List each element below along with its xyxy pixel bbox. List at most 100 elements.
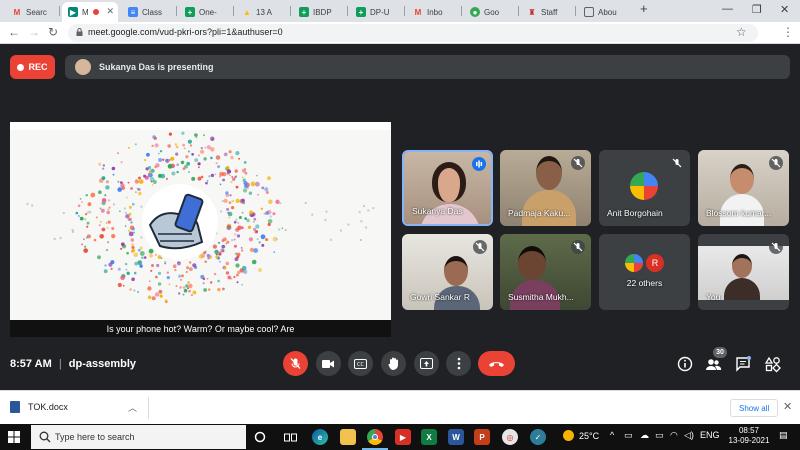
leave-call-button[interactable]	[478, 351, 515, 376]
file-explorer-icon[interactable]	[340, 429, 356, 445]
decorative-dot	[143, 174, 147, 178]
tab-about[interactable]: Abou	[578, 2, 630, 22]
participant-name: Gowri Sankar R	[410, 292, 470, 302]
downloads-bar: TOK.docx ︿ Show all ✕	[0, 390, 800, 424]
back-icon[interactable]: ←	[8, 25, 20, 39]
decorative-dot	[105, 180, 109, 184]
close-icon[interactable]: ✕	[783, 400, 792, 413]
decorative-dot	[235, 198, 240, 203]
restore-icon[interactable]: ❐	[752, 3, 762, 16]
bookmark-star-icon[interactable]: ☆	[736, 25, 747, 39]
close-tab-icon[interactable]: ✕	[106, 6, 114, 17]
decorative-dot	[197, 176, 202, 181]
chrome-icon[interactable]	[367, 429, 383, 445]
decorative-dot	[250, 181, 256, 187]
decorative-dot	[102, 167, 105, 170]
participant-tile[interactable]: Padmaja Kaku...	[500, 150, 591, 226]
address-bar[interactable]: meet.google.com/vud-pkri-ors?pli=1&authu…	[68, 24, 758, 42]
decorative-dot	[189, 261, 192, 264]
people-icon[interactable]	[704, 355, 722, 373]
tab-dp-u[interactable]: + DP-U	[350, 2, 402, 22]
decorative-dot	[179, 286, 182, 289]
recorder-app-icon[interactable]: ▶	[395, 429, 411, 445]
chevron-up-icon[interactable]: ^	[610, 430, 614, 440]
reload-icon[interactable]: ↻	[48, 25, 58, 39]
camera-toggle-button[interactable]	[316, 351, 341, 376]
participant-tile[interactable]: Anit Borgohain	[599, 150, 690, 226]
others-tile[interactable]: R 22 others	[599, 234, 690, 310]
cortana-icon[interactable]	[252, 429, 268, 445]
tab-drive[interactable]: ▲ 13 A	[236, 2, 288, 22]
decorative-pixel	[113, 203, 115, 206]
present-screen-button[interactable]	[414, 351, 439, 376]
windows-start-icon[interactable]	[8, 431, 20, 443]
volume-icon[interactable]: ◁)	[684, 430, 694, 441]
decorative-dot	[240, 226, 244, 230]
captions-button[interactable]: CC	[348, 351, 373, 376]
tab-staff[interactable]: ♜ Staff	[521, 2, 573, 22]
word-icon[interactable]: W	[448, 429, 464, 445]
decorative-dot	[241, 211, 244, 214]
participant-tile[interactable]: Susmitha Mukh...	[500, 234, 591, 310]
presenter-avatar	[75, 59, 91, 75]
decorative-dot	[105, 222, 108, 224]
powerpoint-icon[interactable]: P	[474, 429, 490, 445]
language-indicator[interactable]: ENG	[700, 430, 720, 440]
show-all-button[interactable]: Show all	[730, 399, 779, 417]
tab-classroom[interactable]: ≡ Class	[122, 2, 174, 22]
tab-search[interactable]: M Searc	[6, 2, 58, 22]
taskbar-search-input[interactable]: Type here to search	[31, 425, 246, 449]
task-view-icon[interactable]	[282, 429, 298, 445]
mic-toggle-button[interactable]	[283, 351, 308, 376]
decorative-pixel	[269, 215, 272, 218]
decorative-dot	[147, 286, 152, 291]
forward-icon[interactable]: →	[28, 25, 40, 39]
tab-ibdp[interactable]: + IBDP	[293, 2, 345, 22]
tab-google[interactable]: ● Goo	[464, 2, 516, 22]
participant-tile[interactable]: Blossom kumar...	[698, 150, 789, 226]
decorative-dot	[261, 186, 265, 190]
self-tile[interactable]: You	[698, 234, 789, 310]
decorative-dot	[156, 263, 160, 268]
chat-icon[interactable]	[734, 355, 752, 373]
participant-name: Padmaja Kaku...	[508, 208, 571, 218]
edge-icon[interactable]: e	[312, 429, 328, 445]
decorative-dot	[77, 204, 81, 208]
participant-tile[interactable]: Gowri Sankar R	[402, 234, 493, 310]
taskbar-clock[interactable]: 08:57 13-09-2021	[724, 426, 774, 446]
chevron-up-icon[interactable]: ︿	[128, 401, 137, 414]
raise-hand-button[interactable]	[381, 351, 406, 376]
decorative-dot	[174, 268, 177, 272]
meeting-info-icon[interactable]	[676, 355, 694, 373]
network-icon[interactable]: ▭	[624, 430, 633, 441]
new-tab-button[interactable]: +	[640, 1, 648, 16]
decorative-dot	[241, 265, 247, 271]
tab-meet[interactable]: ▶ M ✕	[62, 2, 118, 22]
weather-widget[interactable]: 25°C	[563, 430, 599, 441]
app-icon[interactable]: ◎	[502, 429, 518, 445]
participant-tile[interactable]: Sukanya Das	[402, 150, 493, 226]
more-options-button[interactable]	[446, 351, 471, 376]
decorative-dot	[141, 256, 144, 259]
minimize-icon[interactable]: —	[722, 3, 733, 15]
activities-icon[interactable]	[764, 355, 782, 373]
decorative-dot	[98, 190, 102, 194]
onedrive-icon[interactable]: ☁	[640, 430, 649, 441]
hand-holding-phone-icon	[142, 184, 218, 260]
wifi-icon[interactable]: ◠	[670, 430, 678, 441]
tab-inbox[interactable]: M Inbo	[407, 2, 459, 22]
download-item[interactable]: TOK.docx	[10, 401, 68, 413]
decorative-dot	[95, 216, 98, 219]
mic-muted-icon	[571, 156, 585, 170]
battery-icon[interactable]: ▭	[655, 430, 664, 441]
app-icon[interactable]: ✓	[530, 429, 546, 445]
decorative-pixel	[372, 207, 375, 210]
excel-icon[interactable]: X	[421, 429, 437, 445]
notifications-icon[interactable]: ▤	[779, 430, 788, 441]
decorative-pixel	[88, 210, 91, 213]
decorative-pixel	[71, 228, 74, 231]
menu-kebab-icon[interactable]: ⋮	[782, 25, 794, 39]
tab-sheet-one[interactable]: + One-	[179, 2, 231, 22]
decorative-dot	[117, 152, 119, 154]
close-window-icon[interactable]: ✕	[780, 3, 789, 16]
